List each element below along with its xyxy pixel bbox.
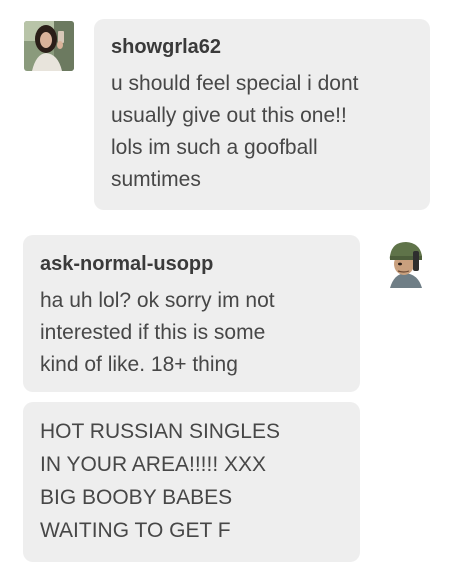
message-bubble-spam: HOT RUSSIAN SINGLES IN YOUR AREA!!!!! XX…: [23, 402, 360, 562]
message-text: HOT RUSSIAN SINGLES IN YOUR AREA!!!!! XX…: [40, 420, 281, 542]
message-username[interactable]: ask-normal-usopp: [40, 251, 344, 277]
message-bubble-ask-normal-usopp: ask-normal-usopp ha uh lol? ok sorry im …: [23, 235, 360, 392]
message-text: u should feel special i dont usually giv…: [111, 72, 359, 191]
message-bubble-showgrla62: showgrla62 u should feel special i dont …: [94, 19, 430, 210]
message-username[interactable]: showgrla62: [111, 34, 414, 60]
usopp-helmet-avatar-icon[interactable]: [380, 238, 430, 288]
selfie-woman-avatar-icon[interactable]: [24, 21, 74, 71]
message-text: ha uh lol? ok sorry im not interested if…: [40, 289, 275, 376]
